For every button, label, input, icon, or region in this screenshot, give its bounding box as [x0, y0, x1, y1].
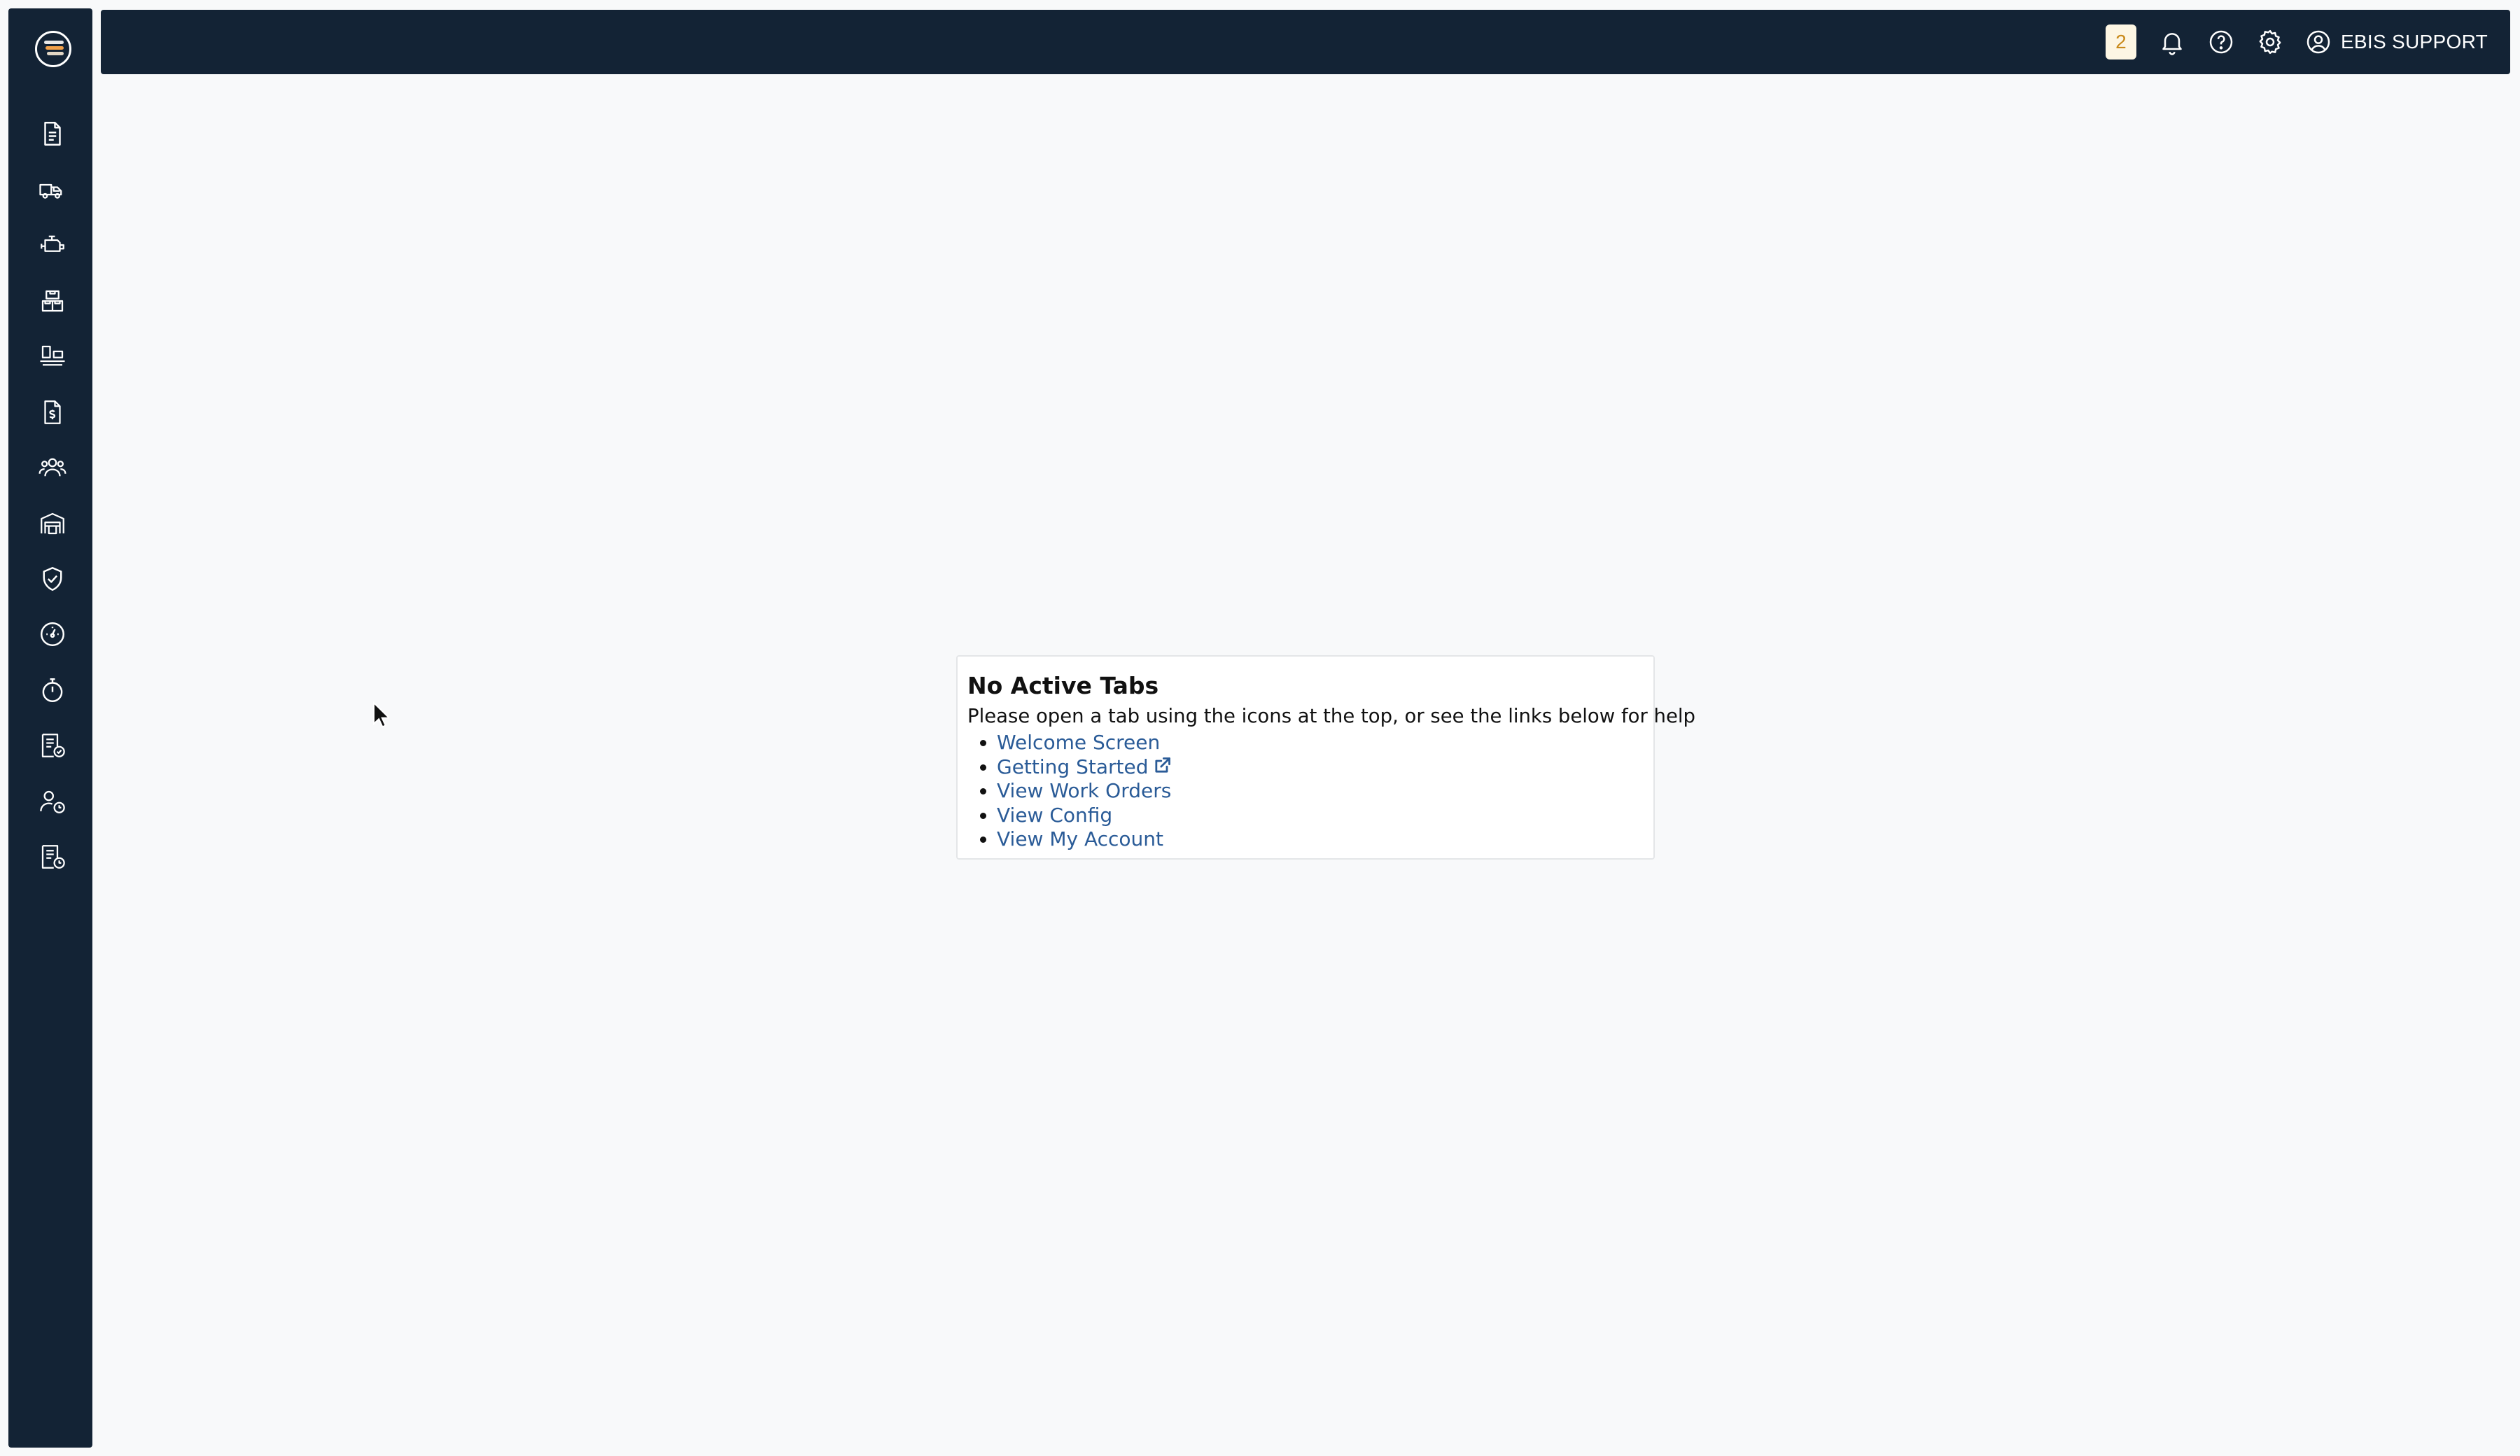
list-item: View Work Orders: [997, 779, 1644, 804]
user-name: EBIS SUPPORT: [2340, 31, 2488, 52]
sidebar-item-inventory[interactable]: [36, 285, 69, 317]
sidebar: [8, 8, 92, 1448]
user-circle-icon: [2306, 30, 2330, 54]
report-clock-icon: [41, 845, 65, 869]
view-work-orders-link[interactable]: View Work Orders: [997, 779, 1171, 802]
truck-icon: [39, 183, 62, 199]
sidebar-item-reports[interactable]: [36, 841, 69, 873]
sidebar-item-gauge[interactable]: [36, 618, 69, 650]
sidebar-item-invoices[interactable]: [36, 396, 69, 428]
sidebar-item-warehouses[interactable]: [36, 507, 69, 540]
gauge-icon: [41, 622, 64, 646]
checklist-icon: [41, 734, 65, 757]
external-link-icon: [1155, 757, 1171, 773]
sidebar-item-checklists[interactable]: [36, 729, 69, 762]
settings-button[interactable]: [2250, 22, 2290, 62]
bell-icon: [2162, 33, 2182, 55]
notification-count-badge[interactable]: 2: [2105, 24, 2136, 59]
notifications-button[interactable]: [2152, 22, 2192, 62]
sidebar-item-timer[interactable]: [36, 674, 69, 706]
sidebar-item-security[interactable]: [36, 563, 69, 595]
user-menu[interactable]: EBIS SUPPORT: [2304, 28, 2488, 56]
no-active-tabs-panel: No Active Tabs Please open a tab using t…: [956, 655, 1695, 860]
panel-description: Please open a tab using the icons at the…: [967, 705, 1695, 727]
getting-started-link[interactable]: Getting Started: [997, 755, 1172, 778]
panel-title: No Active Tabs: [967, 672, 1159, 699]
stopwatch-icon: [42, 678, 63, 702]
sidebar-item-trucks[interactable]: [36, 174, 69, 206]
sidebar-item-users[interactable]: [36, 451, 69, 484]
view-config-link[interactable]: View Config: [997, 804, 1112, 827]
sidebar-item-user-time[interactable]: [36, 785, 69, 818]
getting-started-label: Getting Started: [997, 755, 1149, 778]
invoice-dollar-icon: [44, 400, 61, 424]
top-bar: 2 EBIS SUPPORT: [101, 10, 2510, 74]
warehouse-icon: [41, 512, 64, 535]
list-item: View Config: [997, 804, 1644, 828]
view-my-account-link[interactable]: View My Account: [997, 827, 1163, 850]
top-actions: 2 EBIS SUPPORT: [2105, 10, 2488, 74]
app-logo[interactable]: [35, 31, 71, 67]
mouse-cursor-icon: [373, 701, 389, 728]
boxes-icon: [41, 290, 64, 312]
help-button[interactable]: [2202, 22, 2241, 62]
settings-icon: [2259, 29, 2281, 55]
welcome-screen-link[interactable]: Welcome Screen: [997, 731, 1160, 754]
list-item: Getting Started: [997, 755, 1644, 780]
list-item: Welcome Screen: [997, 731, 1644, 755]
sidebar-item-equipment[interactable]: [36, 340, 69, 372]
shield-check-icon: [43, 567, 62, 591]
user-clock-icon: [40, 790, 65, 813]
help-links-list: Welcome Screen Getting Started View Work…: [967, 731, 1644, 852]
engine-icon: [41, 235, 64, 252]
help-icon: [2209, 30, 2233, 54]
list-item: View My Account: [997, 827, 1644, 852]
document-icon: [44, 122, 61, 146]
equipment-icon: [40, 345, 65, 366]
sidebar-item-engines[interactable]: [36, 229, 69, 261]
users-group-icon: [38, 458, 66, 477]
sidebar-item-documents[interactable]: [36, 118, 69, 150]
